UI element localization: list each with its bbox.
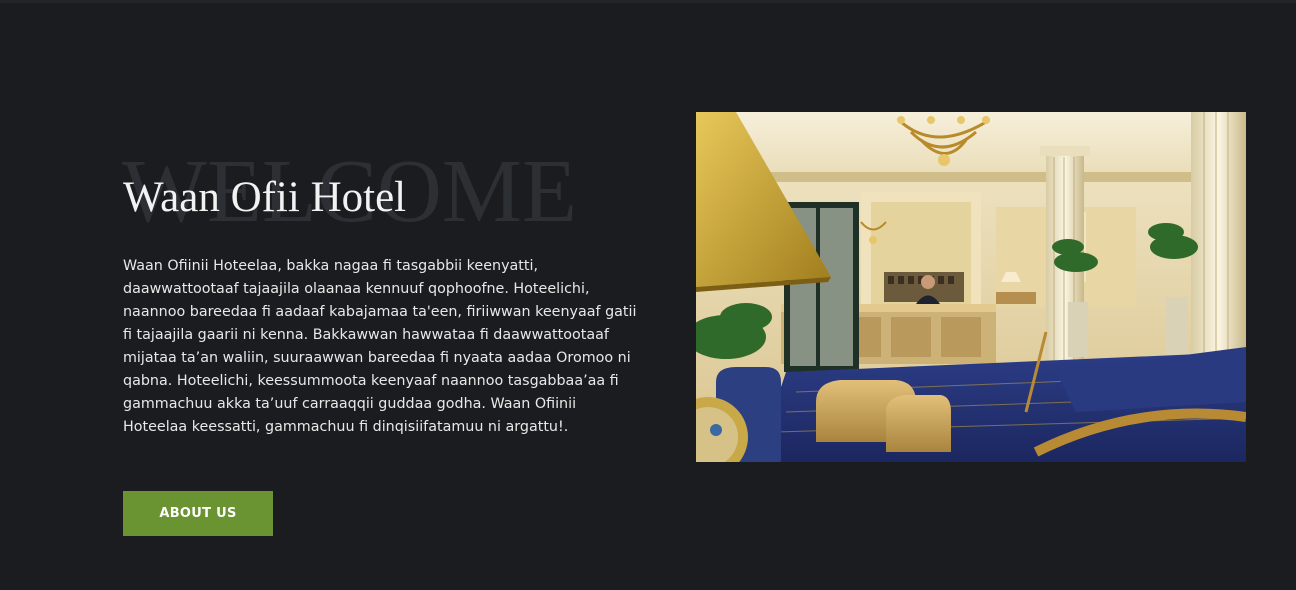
hotel-lobby-photo [696, 112, 1246, 462]
hotel-title: Waan Ofii Hotel [123, 174, 407, 221]
page: WELCOME Waan Ofii Hotel Waan Ofiinii Hot… [0, 0, 1296, 590]
hotel-description: Waan Ofiinii Hoteelaa, bakka nagaa fi ta… [123, 258, 637, 435]
top-strip [0, 0, 1296, 3]
about-us-button[interactable]: ABOUT US [123, 491, 273, 536]
